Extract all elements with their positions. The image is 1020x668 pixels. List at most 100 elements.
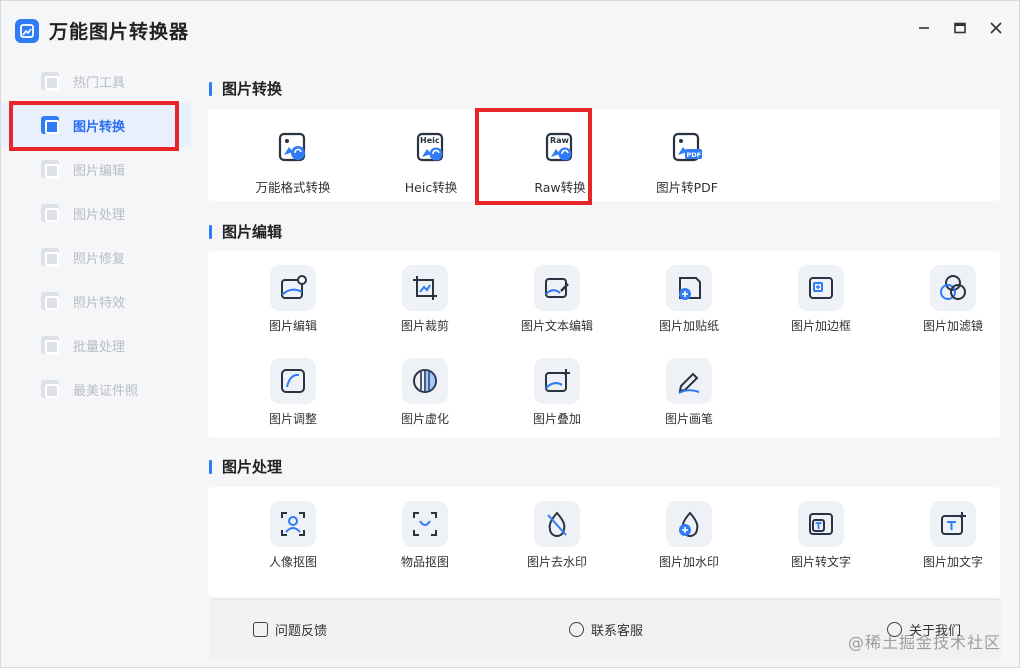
sidebar-item-hot-tools[interactable]: 热门工具 bbox=[1, 59, 191, 103]
image-edit-icon bbox=[41, 160, 59, 178]
overlay-icon bbox=[534, 358, 580, 404]
brush-icon bbox=[666, 358, 712, 404]
minimize-icon[interactable] bbox=[915, 19, 933, 37]
tool-label: 图片加滤镜 bbox=[922, 319, 983, 333]
photo-effect-icon bbox=[41, 292, 59, 310]
svg-text:Heic: Heic bbox=[420, 136, 440, 145]
svg-text:Raw: Raw bbox=[550, 136, 570, 145]
tool-format-convert[interactable]: 万能格式转换 bbox=[233, 125, 353, 196]
headset-icon bbox=[569, 622, 584, 637]
support-label: 联系客服 bbox=[591, 624, 644, 639]
add-text-icon bbox=[930, 501, 976, 547]
tool-add-watermark[interactable]: 图片加水印 bbox=[629, 501, 749, 570]
tool-image-crop[interactable]: 图片裁剪 bbox=[365, 265, 485, 334]
image-to-text-icon bbox=[798, 501, 844, 547]
filter-icon bbox=[930, 265, 976, 311]
sidebar: 万能图片转换器 热门工具 图片转换 图片编辑 图片处理 照片修复 照片特效 批量… bbox=[1, 1, 191, 667]
sidebar-item-label: 图片编辑 bbox=[73, 163, 126, 179]
sidebar-item-label: 最美证件照 bbox=[73, 383, 139, 399]
tool-label: 图片加边框 bbox=[790, 319, 851, 333]
adjust-icon bbox=[270, 358, 316, 404]
sidebar-item-label: 照片修复 bbox=[73, 251, 126, 267]
tool-label: Heic转换 bbox=[404, 180, 458, 195]
app-logo-icon bbox=[15, 18, 39, 43]
tool-portrait-cutout[interactable]: 人像抠图 bbox=[233, 501, 353, 570]
sidebar-item-photo-repair[interactable]: 照片修复 bbox=[1, 235, 191, 279]
tool-filter[interactable]: 图片加滤镜 bbox=[893, 265, 1013, 334]
edit-panel: 图片编辑 图片裁剪 图片文本编辑 图片加贴纸 图片加边框 图片加滤镜 图片调整 … bbox=[208, 251, 1000, 438]
tool-object-cutout[interactable]: 物品抠图 bbox=[365, 501, 485, 570]
tool-label: 图片转文字 bbox=[790, 555, 851, 569]
sidebar-item-label: 批量处理 bbox=[73, 339, 126, 355]
app-title: 万能图片转换器 bbox=[49, 21, 190, 43]
border-icon bbox=[798, 265, 844, 311]
tool-label: 图片文本编辑 bbox=[520, 319, 593, 333]
convert-panel: 万能格式转换 Heic Heic转换 Raw Raw转换 PDF 图片转PDF bbox=[208, 109, 1000, 201]
sidebar-nav: 热门工具 图片转换 图片编辑 图片处理 照片修复 照片特效 批量处理 最美证件照 bbox=[1, 59, 191, 411]
watermark-text: @稀土掘金技术社区 bbox=[847, 633, 1001, 652]
format-convert-icon bbox=[270, 125, 316, 171]
tool-label: 图片转PDF bbox=[656, 180, 718, 195]
feedback-button[interactable]: 问题反馈 bbox=[253, 620, 327, 639]
section-title-convert: 图片转换 bbox=[209, 78, 282, 99]
tool-brush[interactable]: 图片画笔 bbox=[629, 358, 749, 427]
tool-raw-convert[interactable]: Raw Raw转换 bbox=[500, 125, 620, 196]
support-button[interactable]: 联系客服 bbox=[569, 620, 643, 639]
raw-icon: Raw bbox=[537, 125, 583, 171]
window-controls bbox=[915, 19, 1005, 37]
feedback-icon bbox=[253, 622, 268, 637]
tool-blur[interactable]: 图片虚化 bbox=[365, 358, 485, 427]
section-title-process: 图片处理 bbox=[209, 456, 282, 477]
tool-adjust[interactable]: 图片调整 bbox=[233, 358, 353, 427]
blur-icon bbox=[402, 358, 448, 404]
text-edit-icon bbox=[534, 265, 580, 311]
sidebar-item-label: 图片转换 bbox=[73, 119, 126, 135]
sidebar-item-label: 照片特效 bbox=[73, 295, 126, 311]
sidebar-item-image-edit[interactable]: 图片编辑 bbox=[1, 147, 191, 191]
tool-label: 图片加文字 bbox=[922, 555, 983, 569]
tool-label: 物品抠图 bbox=[400, 555, 449, 569]
sidebar-item-image-process[interactable]: 图片处理 bbox=[1, 191, 191, 235]
grid-icon bbox=[41, 72, 59, 90]
add-watermark-icon bbox=[666, 501, 712, 547]
tool-image-to-text[interactable]: 图片转文字 bbox=[761, 501, 881, 570]
tool-image-to-pdf[interactable]: PDF 图片转PDF bbox=[627, 125, 747, 196]
tool-label: 图片画笔 bbox=[664, 412, 713, 426]
photo-repair-icon bbox=[41, 248, 59, 266]
tool-image-edit[interactable]: 图片编辑 bbox=[233, 265, 353, 334]
remove-watermark-icon bbox=[534, 501, 580, 547]
tool-label: 图片加水印 bbox=[658, 555, 719, 569]
tool-label: 图片去水印 bbox=[526, 555, 587, 569]
tool-remove-watermark[interactable]: 图片去水印 bbox=[497, 501, 617, 570]
portrait-cutout-icon bbox=[270, 501, 316, 547]
sidebar-item-label: 图片处理 bbox=[73, 207, 126, 223]
tool-sticker[interactable]: 图片加贴纸 bbox=[629, 265, 749, 334]
image-settings-icon bbox=[270, 265, 316, 311]
tool-label: 图片虚化 bbox=[400, 412, 449, 426]
close-icon[interactable] bbox=[987, 19, 1005, 37]
sidebar-item-batch[interactable]: 批量处理 bbox=[1, 323, 191, 367]
sidebar-item-image-convert[interactable]: 图片转换 bbox=[1, 103, 191, 147]
tool-label: 图片编辑 bbox=[268, 319, 317, 333]
tool-label: 图片调整 bbox=[268, 412, 317, 426]
sticker-icon bbox=[666, 265, 712, 311]
feedback-label: 问题反馈 bbox=[275, 624, 328, 639]
sidebar-item-photo-effect[interactable]: 照片特效 bbox=[1, 279, 191, 323]
tool-label: 图片叠加 bbox=[532, 412, 581, 426]
crop-icon bbox=[402, 265, 448, 311]
sidebar-item-id-photo[interactable]: 最美证件照 bbox=[1, 367, 191, 411]
tool-label: 万能格式转换 bbox=[255, 180, 331, 195]
pdf-icon: PDF bbox=[664, 125, 710, 171]
section-title-edit: 图片编辑 bbox=[209, 221, 282, 242]
process-panel: 人像抠图 物品抠图 图片去水印 图片加水印 图片转文字 图片加文字 bbox=[208, 487, 1000, 597]
sidebar-item-label: 热门工具 bbox=[73, 75, 126, 91]
tool-label: 图片裁剪 bbox=[400, 319, 449, 333]
tool-text-edit[interactable]: 图片文本编辑 bbox=[497, 265, 617, 334]
app-header: 万能图片转换器 bbox=[15, 17, 189, 44]
image-process-icon bbox=[41, 204, 59, 222]
tool-heic-convert[interactable]: Heic Heic转换 bbox=[371, 125, 491, 196]
maximize-icon[interactable] bbox=[951, 19, 969, 37]
tool-overlay[interactable]: 图片叠加 bbox=[497, 358, 617, 427]
tool-border[interactable]: 图片加边框 bbox=[761, 265, 881, 334]
tool-add-text[interactable]: 图片加文字 bbox=[893, 501, 1013, 570]
